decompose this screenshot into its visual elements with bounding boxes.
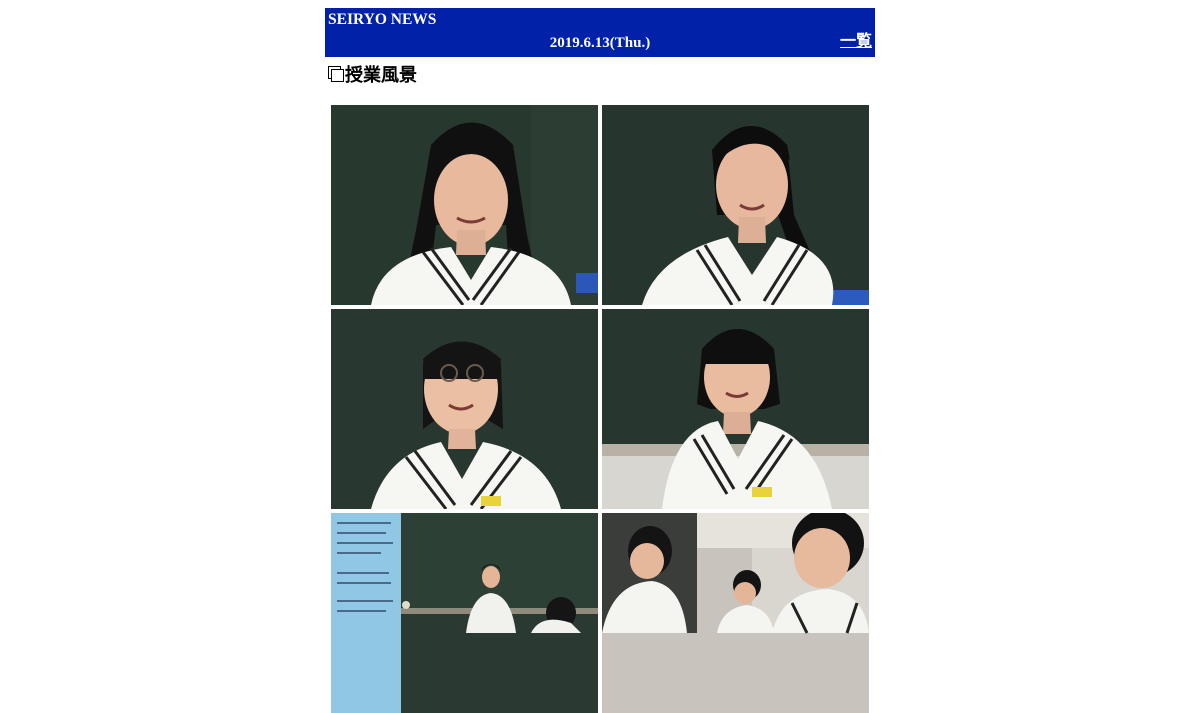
photo-presentation[interactable] <box>331 513 598 713</box>
post-date: 2019.6.13(Thu.) <box>549 35 651 51</box>
news-header: SEIRYO NEWS 2019.6.13(Thu.) 一覧 <box>325 8 875 57</box>
photo-student-1[interactable] <box>331 105 598 305</box>
window-icon <box>328 66 344 82</box>
photo-classroom[interactable] <box>602 513 869 713</box>
news-page: SEIRYO NEWS 2019.6.13(Thu.) 一覧 授業風景 <box>325 8 875 713</box>
site-title: SEIRYO NEWS <box>328 11 437 28</box>
photo-student-3[interactable] <box>331 309 598 509</box>
photo-student-2[interactable] <box>602 105 869 305</box>
article-title: 授業風景 <box>345 65 417 86</box>
article-title-row: 授業風景 <box>328 61 417 87</box>
list-link[interactable]: 一覧 <box>840 33 872 51</box>
photo-grid <box>331 105 869 713</box>
photo-student-4[interactable] <box>602 309 869 509</box>
